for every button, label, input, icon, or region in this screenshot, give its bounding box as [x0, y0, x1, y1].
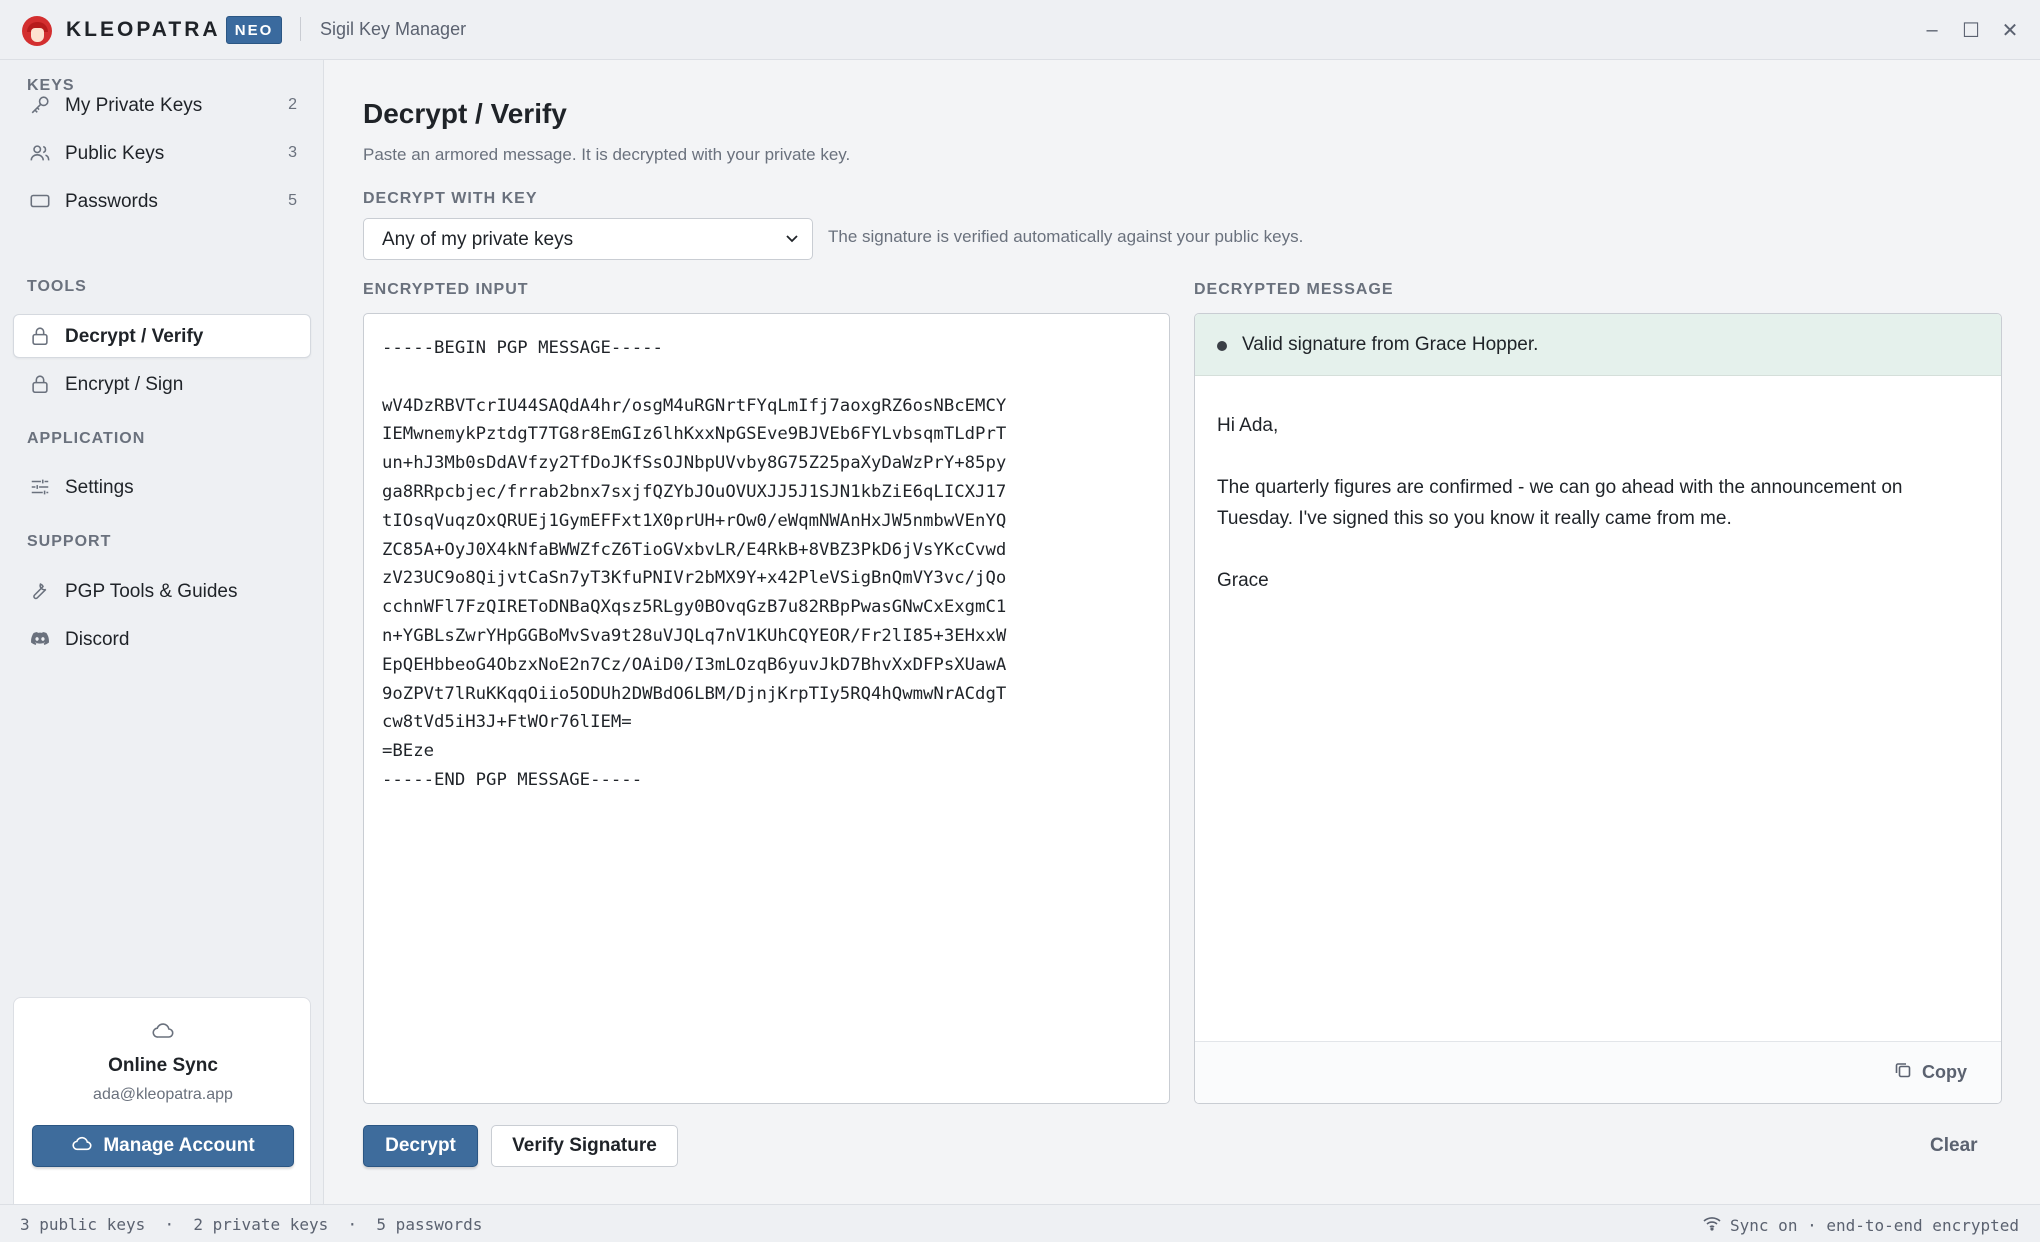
key-icon — [29, 94, 51, 116]
sidebar-item-label: Decrypt / Verify — [65, 326, 204, 347]
wrench-icon — [29, 580, 51, 602]
sidebar-item-label: Discord — [65, 629, 130, 650]
section-title-support: SUPPORT — [27, 533, 112, 550]
sidebar-item-count: 2 — [288, 96, 297, 113]
status-dot-icon — [1217, 341, 1227, 351]
kleopatra-logo-icon — [22, 16, 52, 46]
discord-icon — [29, 628, 51, 650]
password-icon — [29, 190, 51, 212]
message-paragraph: Grace — [1217, 570, 1269, 591]
lock-icon — [29, 373, 51, 395]
sidebar-item-my-private-keys[interactable]: My Private Keys 2 — [13, 83, 311, 127]
output-footer: Copy — [1195, 1041, 2001, 1103]
manage-account-label: Manage Account — [103, 1135, 255, 1156]
status-summary: 3 public keys · 2 private keys · 5 passw… — [20, 1215, 483, 1234]
main-panel: Decrypt / Verify Paste an armored messag… — [325, 60, 2040, 1204]
sidebar-item-pgp-tools-guides[interactable]: PGP Tools & Guides — [13, 569, 311, 613]
sidebar-item-count: 5 — [288, 192, 297, 209]
title-bar: KLEOPATRA NEO Sigil Key Manager – ☐ ✕ — [0, 0, 2040, 60]
title-divider — [300, 17, 301, 41]
page-title: Decrypt / Verify — [363, 98, 567, 129]
sidebar-item-settings[interactable]: Settings — [13, 465, 311, 509]
message-paragraph: Hi Ada, — [1217, 415, 1279, 436]
sidebar-item-label: Encrypt / Sign — [65, 374, 184, 395]
sidebar-item-discord[interactable]: Discord — [13, 617, 311, 661]
section-title-application: APPLICATION — [27, 430, 146, 447]
sidebar: KEYS My Private Keys 2 Public Keys 3 Pas… — [0, 60, 324, 1242]
sidebar-item-public-keys[interactable]: Public Keys 3 — [13, 131, 311, 175]
sidebar-item-encrypt-sign[interactable]: Encrypt / Sign — [13, 362, 311, 406]
sidebar-item-label: Settings — [65, 477, 134, 498]
cloud-icon — [151, 1020, 175, 1040]
copy-label: Copy — [1922, 1062, 1967, 1082]
sidebar-item-label: My Private Keys — [65, 95, 203, 116]
status-bar: 3 public keys · 2 private keys · 5 passw… — [0, 1204, 2040, 1242]
signature-status-banner: Valid signature from Grace Hopper. — [1195, 314, 2001, 376]
clear-button[interactable]: Clear — [1930, 1135, 1978, 1157]
decrypt-key-select[interactable]: Any of my private keys — [363, 218, 813, 260]
window-title: Sigil Key Manager — [320, 19, 467, 39]
page-subtitle: Paste an armored message. It is decrypte… — [363, 145, 851, 164]
sidebar-item-count: 3 — [288, 144, 297, 161]
section-title-tools: TOOLS — [27, 278, 87, 295]
decrypted-message-body: Hi Ada, The quarterly figures are confir… — [1217, 410, 1977, 627]
verify-hint: The signature is verified automatically … — [828, 227, 1304, 246]
close-button[interactable]: ✕ — [1996, 16, 2024, 44]
signature-status-text: Valid signature from Grace Hopper. — [1242, 334, 1539, 355]
sidebar-item-label: PGP Tools & Guides — [65, 581, 238, 602]
sync-title: Online Sync — [108, 1055, 218, 1076]
sync-status: Sync on · end-to-end encrypted — [1702, 1215, 2019, 1235]
sync-status-text: Sync on · end-to-end encrypted — [1730, 1215, 2019, 1235]
encrypted-input-label: ENCRYPTED INPUT — [363, 281, 529, 298]
sliders-icon — [29, 476, 51, 498]
users-icon — [29, 142, 51, 164]
copy-icon — [1894, 1061, 1912, 1084]
chevron-down-icon — [784, 230, 800, 246]
verify-signature-button[interactable]: Verify Signature — [491, 1125, 678, 1167]
sync-email: ada@kleopatra.app — [93, 1086, 233, 1103]
manage-account-button[interactable]: Manage Account — [32, 1125, 294, 1167]
decrypted-message-panel: Valid signature from Grace Hopper. Hi Ad… — [1194, 313, 2002, 1104]
decrypt-key-label: DECRYPT WITH KEY — [363, 190, 538, 207]
cloud-icon — [71, 1134, 93, 1158]
sidebar-item-passwords[interactable]: Passwords 5 — [13, 179, 311, 223]
decrypt-key-value: Any of my private keys — [382, 229, 574, 250]
message-paragraph: The quarterly figures are confirmed - we… — [1217, 477, 1903, 529]
wifi-icon — [1702, 1215, 1722, 1235]
maximize-button[interactable]: ☐ — [1957, 16, 1985, 44]
copy-button[interactable]: Copy — [1894, 1061, 1967, 1084]
decrypted-message-label: DECRYPTED MESSAGE — [1194, 281, 1394, 298]
decrypt-button[interactable]: Decrypt — [363, 1125, 478, 1167]
neo-badge: NEO — [226, 16, 282, 44]
sidebar-item-label: Passwords — [65, 191, 158, 212]
sidebar-item-label: Public Keys — [65, 143, 165, 164]
encrypted-input-textarea[interactable]: -----BEGIN PGP MESSAGE----- wV4DzRBVTcrI… — [363, 313, 1170, 1104]
app-name: KLEOPATRA — [66, 18, 221, 41]
minimize-button[interactable]: – — [1918, 16, 1946, 44]
sidebar-item-decrypt-verify[interactable]: Decrypt / Verify — [13, 314, 311, 358]
lock-icon — [29, 325, 51, 347]
